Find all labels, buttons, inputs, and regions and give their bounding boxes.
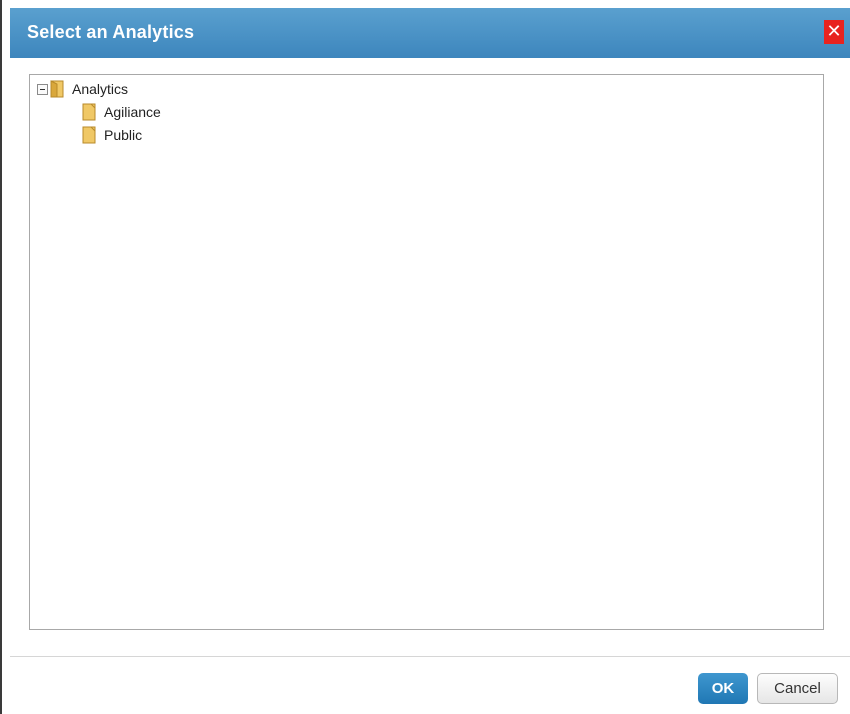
tree-node-agiliance[interactable]: Agiliance — [82, 102, 161, 122]
analytics-tree[interactable]: Analytics Agiliance Public — [29, 74, 824, 630]
tree-node-label: Public — [104, 127, 143, 143]
footer-divider — [10, 656, 850, 657]
tree-node-label: Agiliance — [104, 104, 161, 120]
dialog-titlebar: Select an Analytics — [10, 8, 850, 58]
cancel-button[interactable]: Cancel — [757, 673, 838, 704]
folder-open-icon — [50, 80, 64, 98]
tree-node-label: Analytics — [72, 81, 129, 97]
tree-node-public[interactable]: Public — [82, 125, 142, 145]
tree-node-analytics[interactable]: Analytics — [37, 79, 128, 99]
close-button[interactable]: ✕ — [824, 20, 844, 44]
folder-icon — [82, 126, 96, 144]
folder-icon — [82, 103, 96, 121]
dialog-title: Select an Analytics — [27, 22, 195, 42]
collapse-toggle-icon[interactable] — [37, 83, 48, 95]
select-analytics-dialog: Select an Analytics ✕ Analytics Agilianc… — [0, 0, 850, 714]
close-icon: ✕ — [826, 21, 842, 42]
ok-button[interactable]: OK — [698, 673, 748, 704]
